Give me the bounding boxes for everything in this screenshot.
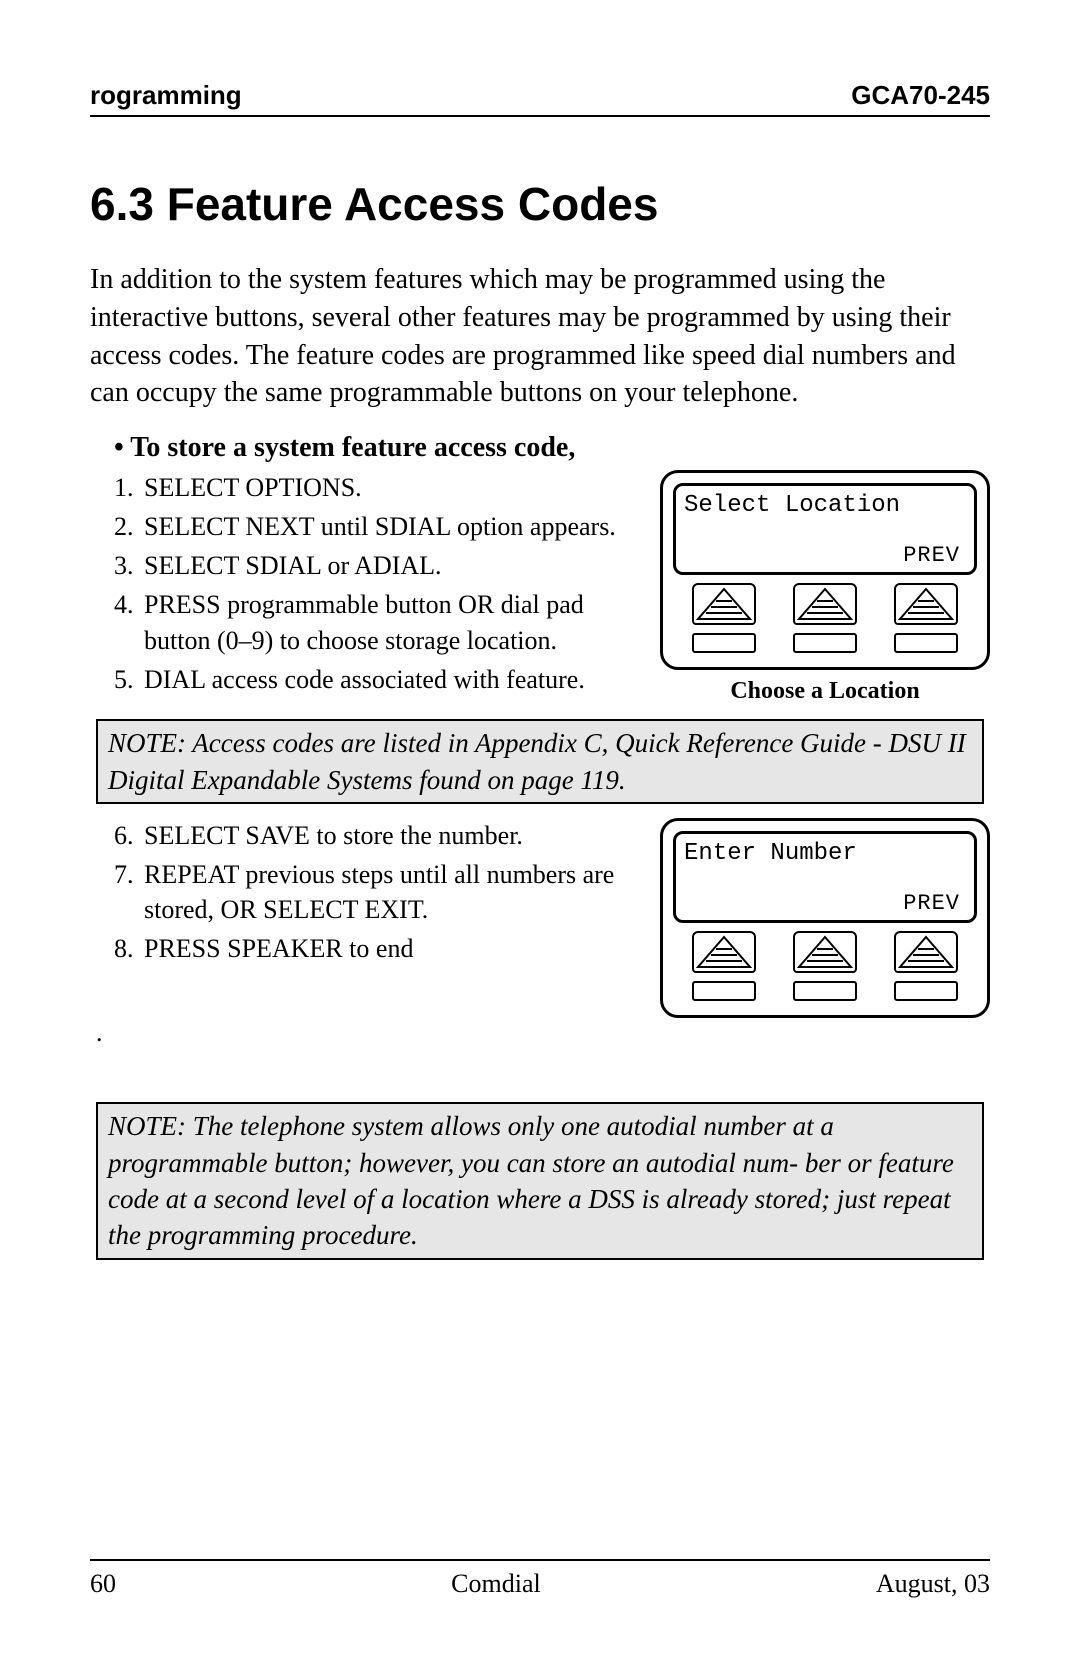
phone-display-b: Enter Number PREV [660,818,990,1018]
lcd-line2-b: PREV [684,891,966,916]
step-3: SELECT SDIAL or ADIAL. [140,548,632,583]
figure-a: Select Location PREV [660,470,990,705]
footer-center: Comdial [451,1569,541,1599]
lcd-line2-a: PREV [684,543,966,568]
procedure-subhead: To store a system feature access code, [114,432,990,464]
step-8: PRESS SPEAKER to end [140,931,632,966]
step-5: DIAL access code associated with feature… [140,662,632,697]
softkey-row-a [673,583,977,625]
softkey-icon [894,583,958,625]
lcd-screen-b: Enter Number PREV [673,831,977,923]
step-1: SELECT OPTIONS. [140,470,632,505]
hardkey-icon [894,633,958,653]
header-left: rogramming [90,80,242,111]
step-7: REPEAT previous steps until all numbers … [140,857,632,927]
running-header: rogramming GCA70-245 [90,80,990,117]
softkey-icon [692,931,756,973]
lcd-line1-a: Select Location [684,492,966,519]
page-number: 60 [90,1569,116,1599]
softkey-icon [793,931,857,973]
hardkey-icon [793,981,857,1001]
softkey-icon [692,583,756,625]
softkey-icon [793,583,857,625]
section-title: 6.3 Feature Access Codes [90,177,990,231]
figure-caption-a: Choose a Location [660,678,990,705]
footer-date: August, 03 [876,1569,990,1599]
terminating-dot: . [96,1018,990,1048]
hardkey-row-b [673,981,977,1001]
header-right: GCA70-245 [851,80,990,111]
hardkey-icon [894,981,958,1001]
page-footer: 60 Comdial August, 03 [90,1559,990,1599]
step-6: SELECT SAVE to store the number. [140,818,632,853]
step-4: PRESS programmable button OR dial pad bu… [140,587,632,657]
hardkey-row-a [673,633,977,653]
lcd-line1-b: Enter Number [684,840,966,867]
step-2: SELECT NEXT until SDIAL option appears. [140,509,632,544]
hardkey-icon [793,633,857,653]
softkey-row-b [673,931,977,973]
lcd-screen-a: Select Location PREV [673,483,977,575]
intro-paragraph: In addition to the system features which… [90,261,990,412]
steps-list-a: SELECT OPTIONS. SELECT NEXT until SDIAL … [140,470,632,701]
steps-list-b: SELECT SAVE to store the number. REPEAT … [140,818,632,970]
softkey-icon [894,931,958,973]
note-box-b: NOTE: The telephone system allows only o… [96,1102,984,1260]
phone-display-a: Select Location PREV [660,470,990,670]
hardkey-icon [692,981,756,1001]
hardkey-icon [692,633,756,653]
note-box-a: NOTE: Access codes are listed in Appendi… [96,719,984,804]
figure-b: Enter Number PREV [660,818,990,1018]
